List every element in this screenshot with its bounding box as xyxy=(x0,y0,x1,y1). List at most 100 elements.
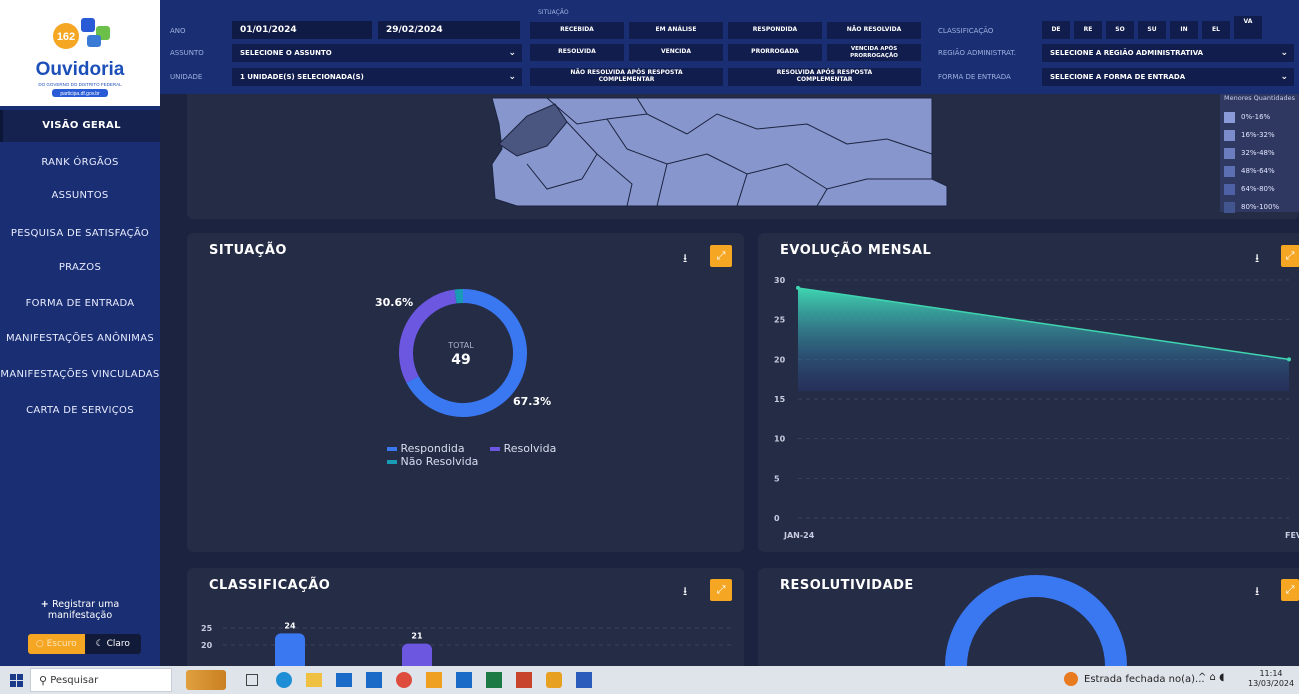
classificacao-in-button[interactable]: IN xyxy=(1170,21,1198,39)
mail-icon[interactable] xyxy=(336,673,352,687)
classificacao-de-button[interactable]: DE xyxy=(1042,21,1070,39)
legend-label: 0%-16% xyxy=(1241,113,1271,121)
sidebar-item-visao-geral[interactable]: VISÃO GERAL xyxy=(0,110,160,142)
situacao-vencida-button[interactable]: VENCIDA xyxy=(629,44,723,61)
bar[interactable] xyxy=(402,643,432,666)
legend-label: 80%-100% xyxy=(1241,203,1280,211)
store-icon[interactable] xyxy=(366,672,382,688)
legend-nao-resolvida[interactable]: Não Resolvida xyxy=(401,455,479,468)
legend-swatch xyxy=(387,447,397,451)
chevron-down-icon: ⌄ xyxy=(1280,48,1288,58)
sidebar-item-carta-servicos[interactable]: CARTA DE SERVIÇOS xyxy=(0,402,160,420)
forma-entrada-label: FORMA DE ENTRADA xyxy=(938,73,1011,81)
forma-entrada-value: SELECIONE A FORMA DE ENTRADA xyxy=(1050,73,1186,81)
legend-resolvida[interactable]: Resolvida xyxy=(504,442,557,455)
unidade-select[interactable]: 1 UNIDADE(S) SELECIONADA(S) ⌄ xyxy=(232,68,522,86)
sidebar-item-rank-orgaos[interactable]: RANK ÓRGÃOS xyxy=(0,154,160,172)
situacao-vencida-apos-prorrogacao-button[interactable]: VENCIDA APÓS PRORROGAÇÃO xyxy=(827,44,921,61)
theme-dark-button[interactable]: ○ Escuro xyxy=(28,634,85,654)
legend-swatch xyxy=(1224,111,1235,123)
clock[interactable]: 11:14 13/03/2024 xyxy=(1248,669,1294,689)
area-series xyxy=(798,287,1289,392)
clock-date: 13/03/2024 xyxy=(1248,679,1295,688)
sidebar-item-assuntos[interactable]: ASSUNTOS xyxy=(0,187,160,205)
legend-swatch xyxy=(1224,129,1235,141)
classificacao-su-button[interactable]: SU xyxy=(1138,21,1166,39)
y-tick-label: 25 xyxy=(774,316,786,325)
app-icon-2[interactable] xyxy=(546,672,562,688)
edge-icon[interactable] xyxy=(276,672,292,688)
classificacao-el-button[interactable]: EL xyxy=(1202,21,1230,39)
area-point[interactable] xyxy=(796,285,800,290)
assunto-select[interactable]: SELECIONE O ASSUNTO ⌄ xyxy=(232,44,522,62)
region-map[interactable] xyxy=(187,94,1299,219)
windows-start-icon[interactable] xyxy=(10,674,23,687)
sidebar-item-anonimas[interactable]: MANIFESTAÇÕES ANÔNIMAS xyxy=(0,330,160,348)
sidebar-item-prazos[interactable]: PRAZOS xyxy=(0,259,160,277)
situacao-resolvida-button[interactable]: RESOLVIDA xyxy=(530,44,624,61)
bar[interactable] xyxy=(275,633,305,666)
excel-icon[interactable] xyxy=(486,672,502,688)
word-icon[interactable] xyxy=(576,672,592,688)
classificacao-so-button[interactable]: SO xyxy=(1106,21,1134,39)
app-icon[interactable] xyxy=(426,672,442,688)
legend-swatch xyxy=(1224,201,1235,213)
news-headline[interactable]: Estrada fechada no(a)... xyxy=(1084,674,1205,685)
situacao-nao-resolvida-button[interactable]: NÃO RESOLVIDA xyxy=(827,22,921,39)
situacao-respondida-button[interactable]: RESPONDIDA xyxy=(728,22,822,39)
sidebar-item-vinculadas[interactable]: MANIFESTAÇÕES VINCULADAS xyxy=(0,366,160,384)
map-legend: Menores Quantidades 0%-16% 16%-32% 32%-4… xyxy=(1220,94,1299,213)
donut-total-value: 49 xyxy=(451,352,471,368)
search-icon: ⚲ xyxy=(39,673,48,687)
sidebar-item-pesquisa-satisfacao[interactable]: PESQUISA DE SATISFAÇÃO xyxy=(0,225,160,243)
legend-label: 32%-48% xyxy=(1241,149,1275,157)
situacao-recebida-button[interactable]: RECEBIDA xyxy=(530,22,624,39)
classificacao-va-button[interactable]: VA xyxy=(1234,16,1262,39)
clock-time: 11:14 xyxy=(1259,669,1283,678)
chrome-icon[interactable] xyxy=(396,672,412,688)
map-card: Menores Quantidades 0%-16% 16%-32% 32%-4… xyxy=(187,94,1299,219)
weather-widget-icon[interactable] xyxy=(186,670,226,690)
logo-name: Ouvidoria xyxy=(36,59,125,80)
date-start-input[interactable]: 01/01/2024 xyxy=(232,21,372,39)
legend-respondida[interactable]: Respondida xyxy=(401,442,465,455)
logo[interactable]: 162 Ouvidoria DO GOVERNO DO DISTRITO FED… xyxy=(0,0,160,106)
logo-subtitle: DO GOVERNO DO DISTRITO FEDERAL xyxy=(38,82,122,87)
map-legend-items: 0%-16% 16%-32% 32%-48% 48%-64% 64%-80% 8… xyxy=(1224,108,1279,216)
sidebar-item-forma-entrada[interactable]: FORMA DE ENTRADA xyxy=(0,295,160,313)
y-tick-label: 5 xyxy=(774,474,780,483)
theme-light-label: Claro xyxy=(106,639,130,649)
powerpoint-icon[interactable] xyxy=(516,672,532,688)
outlook-icon[interactable] xyxy=(456,672,472,688)
plus-icon: + xyxy=(40,599,53,610)
task-view-icon[interactable] xyxy=(246,674,258,686)
system-tray-icons[interactable]: ^ ⌂ ◖ xyxy=(1198,672,1224,683)
register-manifestation-link[interactable]: + Registrar uma manifestação xyxy=(25,599,135,621)
taskbar-search-box[interactable]: ⚲ Pesquisar xyxy=(30,668,172,692)
legend-swatch xyxy=(1224,165,1235,177)
date-end-input[interactable]: 29/02/2024 xyxy=(378,21,520,39)
y-tick-label: 0 xyxy=(774,514,780,523)
resolutividade-gauge xyxy=(945,575,1127,666)
situacao-em-analise-button[interactable]: EM ANÁLISE xyxy=(629,22,723,39)
donut-pct-responded: 67.3% xyxy=(513,395,552,408)
chevron-down-icon: ⌄ xyxy=(508,48,516,58)
classificacao-re-button[interactable]: RE xyxy=(1074,21,1102,39)
regiao-select[interactable]: SELECIONE A REGIÃO ADMINISTRATIVA ⌄ xyxy=(1042,44,1294,62)
file-explorer-icon[interactable] xyxy=(306,673,322,687)
theme-light-button[interactable]: ☾ Claro xyxy=(84,634,141,654)
crescent-icon: ☾ xyxy=(95,639,104,649)
situacao-prorrogada-button[interactable]: PRORROGADA xyxy=(728,44,822,61)
y-tick-label: 15 xyxy=(774,395,786,404)
classificacao-card: CLASSIFICAÇÃO ⭳ ⤢ 20 25 24 21 xyxy=(187,568,744,666)
situacao-resolvida-complementar-button[interactable]: RESOLVIDA APÓS RESPOSTA COMPLEMENTAR xyxy=(728,68,921,86)
resolutividade-card: RESOLUTIVIDADE ⭳ ⤢ xyxy=(758,568,1299,666)
area-point[interactable] xyxy=(1287,357,1291,362)
theme-toggle: ○ Escuro ☾ Claro xyxy=(28,634,141,654)
situacao-nao-resolvida-complementar-button[interactable]: NÃO RESOLVIDA APÓS RESPOSTA COMPLEMENTAR xyxy=(530,68,723,86)
register-label: Registrar uma manifestação xyxy=(47,599,120,621)
regiao-value: SELECIONE A REGIÃO ADMINISTRATIVA xyxy=(1050,49,1204,57)
forma-entrada-select[interactable]: SELECIONE A FORMA DE ENTRADA ⌄ xyxy=(1042,68,1294,86)
classificacao-bar-chart: 20 25 24 21 xyxy=(201,621,734,666)
logo-number: 162 xyxy=(57,31,75,43)
